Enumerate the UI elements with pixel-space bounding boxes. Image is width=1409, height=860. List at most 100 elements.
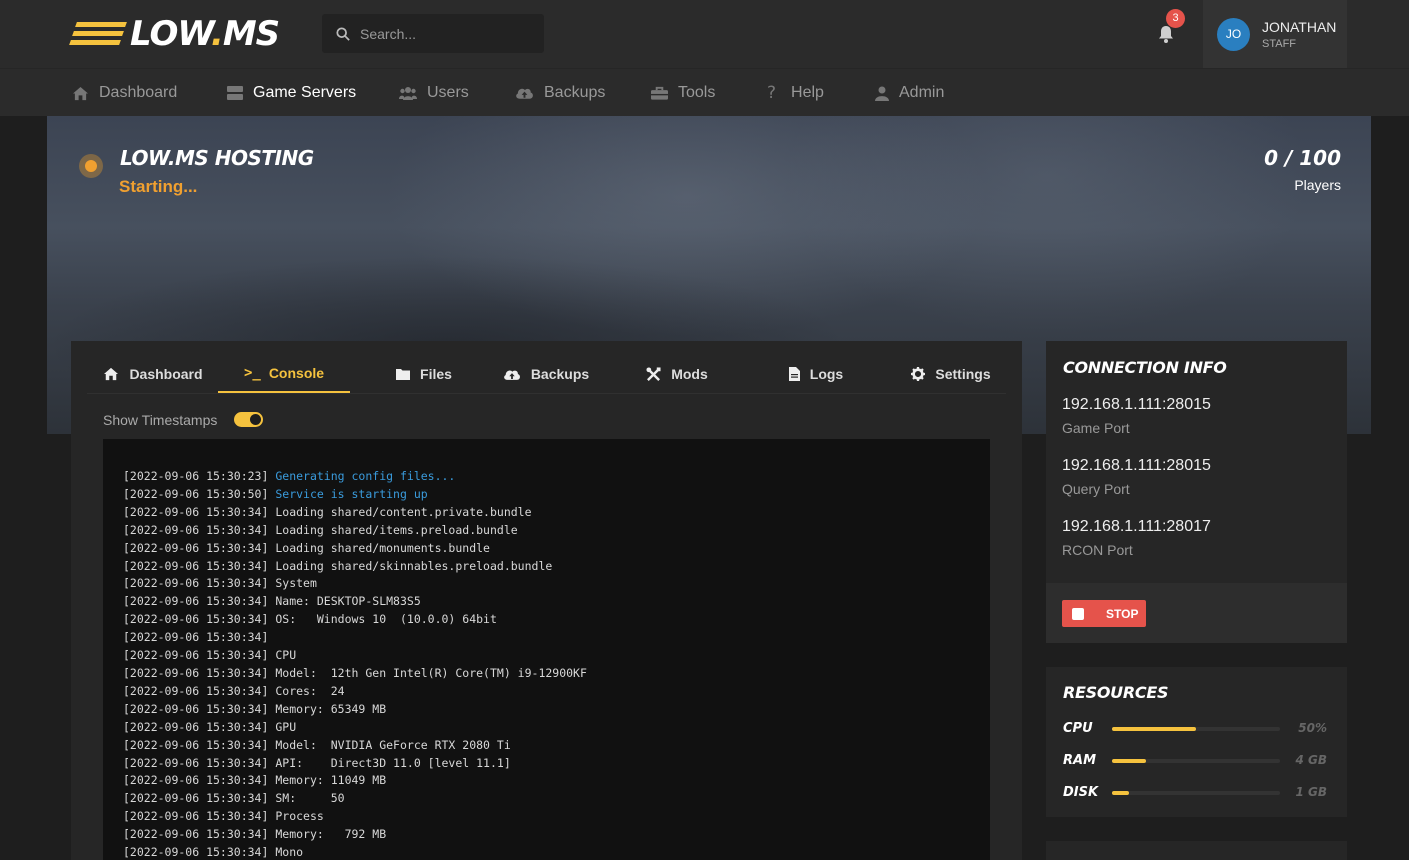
console-timestamp: [2022-09-06 15:30:34] <box>123 809 269 824</box>
gear-icon <box>911 367 926 381</box>
tab-dashboard[interactable]: Dashboard <box>103 355 203 393</box>
nav-item-help[interactable]: ? Help <box>767 69 824 117</box>
console-message: Loading shared/items.preload.bundle <box>275 522 518 537</box>
console-line: [2022-09-06 15:30:34] Memory: 792 MB <box>123 826 970 844</box>
tab-console[interactable]: >_ Console <box>218 355 350 393</box>
server-name: LOW.MS HOSTING <box>120 146 314 170</box>
search-icon <box>336 26 350 41</box>
show-timestamps-label: Show Timestamps <box>103 412 218 428</box>
players-count: 0 / 100 <box>1264 146 1341 170</box>
nav-item-admin[interactable]: Admin <box>875 69 944 117</box>
nav-item-backups[interactable]: Backups <box>515 69 605 117</box>
avatar: JO <box>1217 17 1250 51</box>
console-message: Memory: 11049 MB <box>275 773 387 788</box>
nav-item-tools[interactable]: Tools <box>651 69 715 117</box>
search-input[interactable] <box>360 25 530 42</box>
console-line: [2022-09-06 15:30:34] Process <box>123 808 970 826</box>
user-name: JONATHAN <box>1262 18 1337 35</box>
question-icon: ? <box>767 83 777 103</box>
rcon-port-address[interactable]: 192.168.1.111:28017 <box>1062 518 1211 536</box>
console-line: [2022-09-06 15:30:34] Model: 12th Gen In… <box>123 665 970 683</box>
server-icon <box>227 86 243 100</box>
server-tabs: Dashboard >_ Console Files Backups Mods … <box>71 341 1022 394</box>
file-icon <box>788 367 800 381</box>
console-timestamp: [2022-09-06 15:30:50] <box>123 486 269 501</box>
toolbox-icon <box>651 86 668 100</box>
terminal-icon: >_ <box>243 365 261 381</box>
console-timestamp: [2022-09-06 15:30:34] <box>123 630 269 645</box>
console-line: [2022-09-06 15:30:34] Cores: 24 <box>123 683 970 701</box>
cloud-upload-icon <box>503 370 520 380</box>
logo[interactable]: LOW.MS <box>69 14 280 54</box>
query-port-address[interactable]: 192.168.1.111:28015 <box>1062 457 1211 475</box>
main-nav: Dashboard Game Servers Users Backups Too… <box>0 68 1409 116</box>
connection-info-title: CONNECTION INFO <box>1063 358 1227 377</box>
resource-bar <box>1112 759 1280 763</box>
console-line: [2022-09-06 15:30:50] Service is startin… <box>123 486 970 504</box>
console-message: Model: 12th Gen Intel(R) Core(TM) i9-129… <box>275 665 587 680</box>
status-indicator <box>79 154 103 178</box>
console-message: SM: 50 <box>275 791 345 806</box>
console-line: [2022-09-06 15:30:34] SM: 50 <box>123 790 970 808</box>
logo-text: LOW.MS <box>130 14 280 54</box>
console-message: Memory: 792 MB <box>275 827 387 842</box>
nav-item-users[interactable]: Users <box>399 69 469 117</box>
tab-mods[interactable]: Mods <box>637 355 717 393</box>
console-timestamp: [2022-09-06 15:30:34] <box>123 719 269 734</box>
resource-cpu: CPU 50% <box>1063 721 1333 737</box>
nav-item-dashboard[interactable]: Dashboard <box>72 69 177 117</box>
search-box[interactable] <box>322 14 544 53</box>
connection-info-card: CONNECTION INFO 192.168.1.111:28015 Game… <box>1046 341 1347 643</box>
tab-backups[interactable]: Backups <box>496 355 596 393</box>
tools-icon <box>646 366 661 381</box>
console-timestamp: [2022-09-06 15:30:34] <box>123 612 269 627</box>
console-timestamp: [2022-09-06 15:30:34] <box>123 594 269 609</box>
resource-name: DISK <box>1063 785 1099 800</box>
console-timestamp: [2022-09-06 15:30:34] <box>123 683 269 698</box>
console-message: Service is starting up <box>275 486 428 501</box>
rcon-port-label: RCON Port <box>1062 542 1133 558</box>
console-timestamp: [2022-09-06 15:30:34] <box>123 827 269 842</box>
resource-value: 1 GB <box>1295 785 1327 799</box>
console-line: [2022-09-06 15:30:34] Loading shared/ite… <box>123 522 970 540</box>
notification-badge: 3 <box>1166 9 1185 28</box>
home-icon <box>73 86 88 100</box>
console-timestamp: [2022-09-06 15:30:34] <box>123 755 269 770</box>
console-timestamp: [2022-09-06 15:30:34] <box>123 845 269 860</box>
console-line: [2022-09-06 15:30:34] Loading shared/ski… <box>123 558 970 576</box>
nav-item-game-servers[interactable]: Game Servers <box>227 69 356 117</box>
game-port-address[interactable]: 192.168.1.111:28015 <box>1062 396 1211 414</box>
console-message: Memory: 65349 MB <box>275 701 387 716</box>
resource-value: 50% <box>1298 721 1327 735</box>
console-line: [2022-09-06 15:30:34] API: Direct3D 11.0… <box>123 755 970 773</box>
server-controls: STOP <box>1046 583 1347 643</box>
console-message: Name: DESKTOP-SLM83S5 <box>275 594 421 609</box>
console-timestamp: [2022-09-06 15:30:34] <box>123 558 269 573</box>
cloud-upload-icon <box>516 88 533 99</box>
stop-icon <box>1072 607 1084 620</box>
console-line: [2022-09-06 15:30:34] CPU <box>123 647 970 665</box>
console-line: [2022-09-06 15:30:34] GPU <box>123 719 970 737</box>
console-message: System <box>275 576 317 591</box>
console-output[interactable]: [2022-09-06 15:30:23] Generating config … <box>103 439 990 860</box>
players-label: Players <box>1294 177 1341 193</box>
console-timestamp: [2022-09-06 15:30:34] <box>123 737 269 752</box>
console-message: Mono <box>275 845 304 860</box>
tab-divider <box>87 393 1006 394</box>
user-menu[interactable]: JO JONATHAN STAFF <box>1203 0 1347 68</box>
show-timestamps-toggle[interactable] <box>234 412 263 427</box>
stop-button[interactable]: STOP <box>1062 600 1146 627</box>
server-status: Starting... <box>119 177 198 196</box>
console-message: OS: Windows 10 (10.0.0) 64bit <box>275 612 497 627</box>
tab-files[interactable]: Files <box>379 355 469 393</box>
tab-logs[interactable]: Logs <box>776 355 856 393</box>
resource-value: 4 GB <box>1295 753 1327 767</box>
resource-bar <box>1112 791 1280 795</box>
console-timestamp: [2022-09-06 15:30:34] <box>123 665 269 680</box>
console-message: Process <box>275 809 324 824</box>
resource-ram: RAM 4 GB <box>1063 753 1333 769</box>
resources-title: RESOURCES <box>1063 683 1169 702</box>
tab-settings[interactable]: Settings <box>896 355 1006 393</box>
resource-disk: DISK 1 GB <box>1063 785 1333 801</box>
resource-name: CPU <box>1063 721 1093 736</box>
